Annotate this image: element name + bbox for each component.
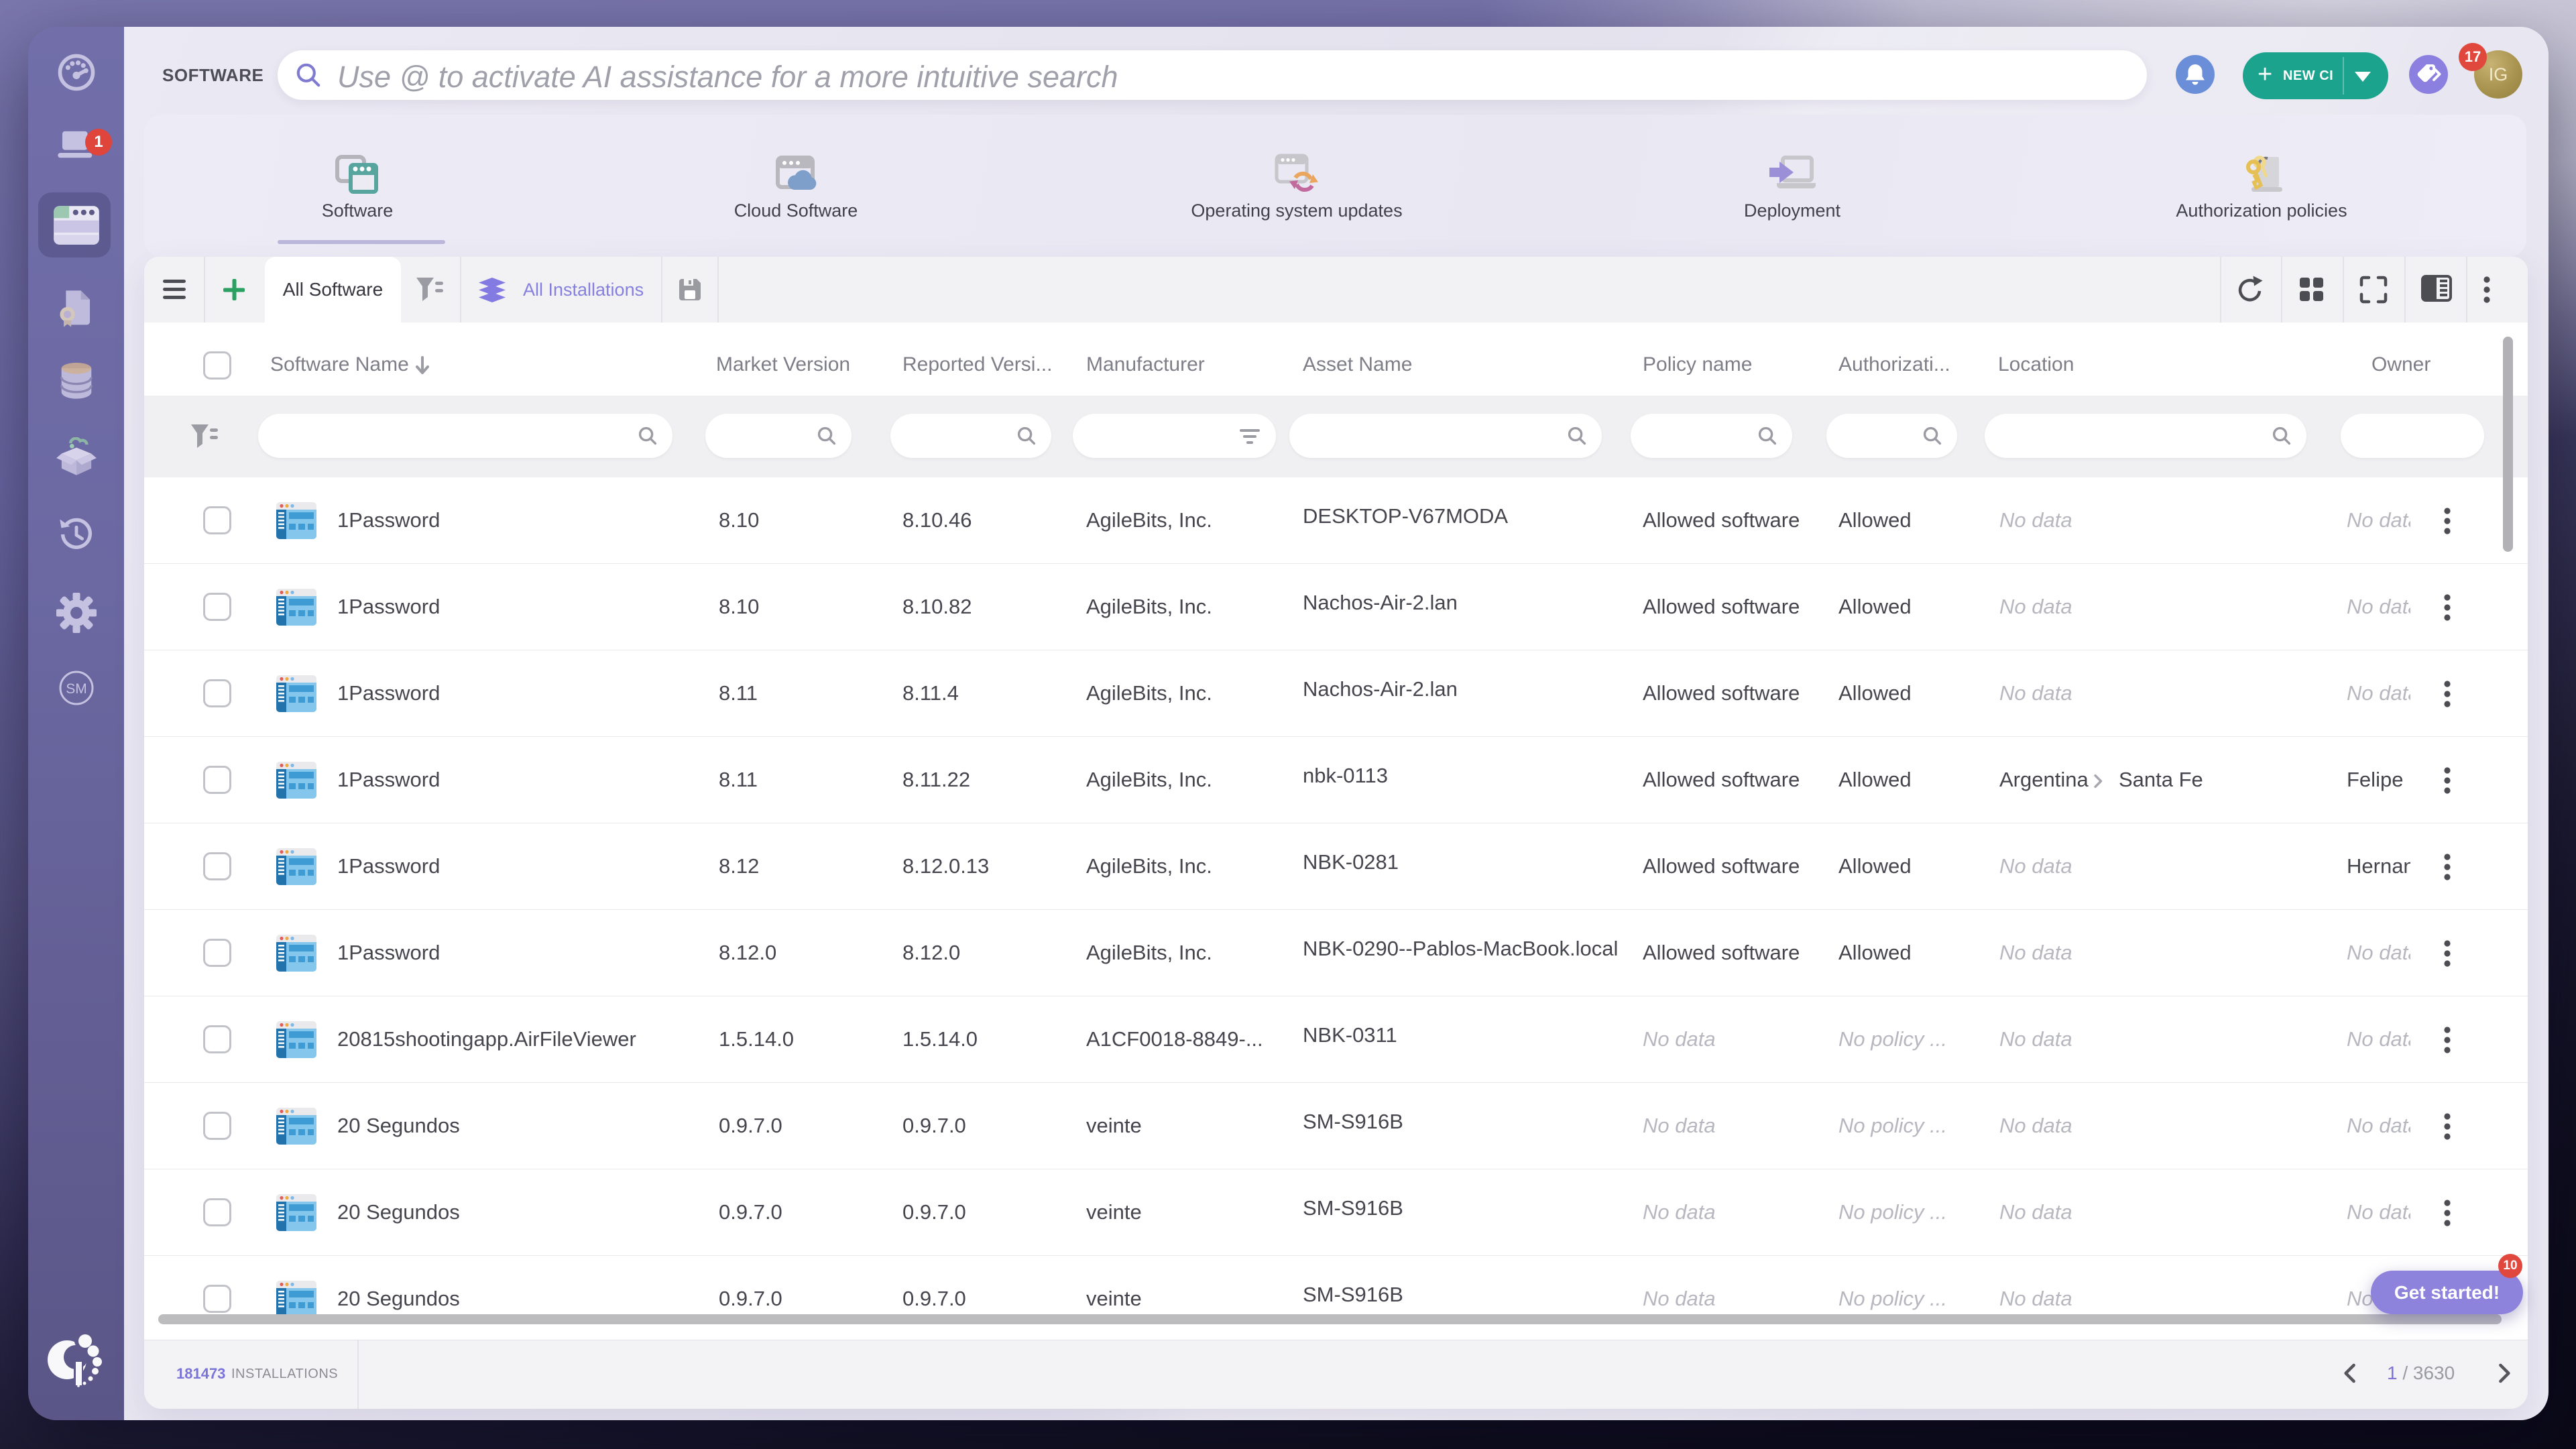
svg-text:SM: SM: [66, 681, 87, 697]
